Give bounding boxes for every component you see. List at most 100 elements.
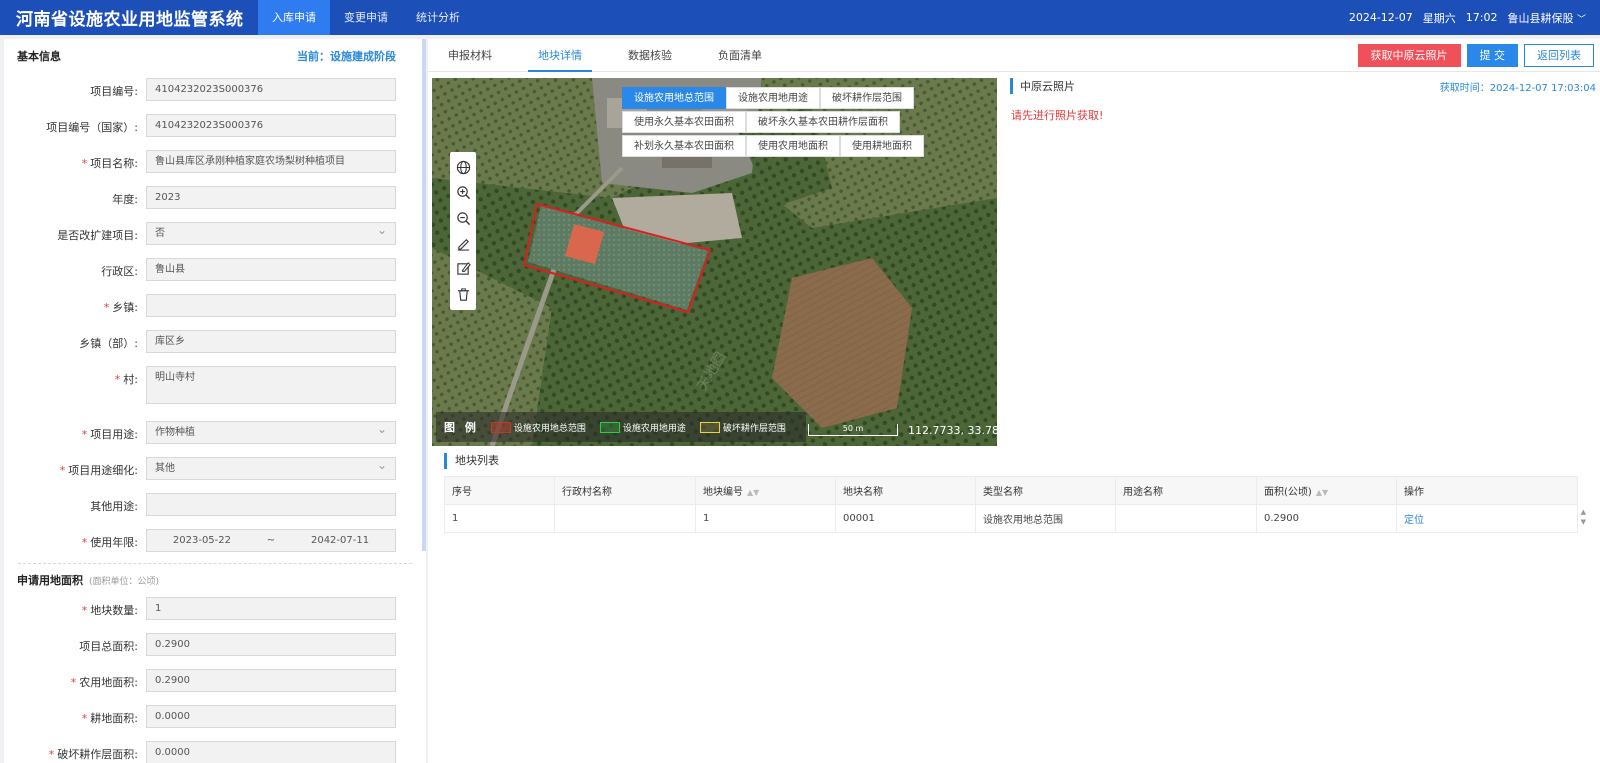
delete-icon[interactable] [454, 285, 472, 303]
area-form: * 地块数量: 1 项目总面积: 0.2900 * 农用地面积: 0.2900 * 耕地面积: 0.… [4, 592, 426, 763]
map-toolbar [450, 152, 476, 310]
tab-item[interactable]: 数据核验 [618, 39, 682, 72]
header-weekday: 星期六 [1422, 11, 1456, 25]
zoom-in-icon[interactable] [454, 184, 472, 202]
field-input[interactable]: 0.0000 [146, 741, 396, 763]
layer-button[interactable]: 使用耕地面积 [840, 135, 924, 157]
field-select[interactable]: 其他 [146, 457, 396, 480]
field-label: 其他用途: [90, 500, 138, 513]
field-input[interactable]: 4104232023S000376 [146, 78, 396, 101]
table-scroll-arrows[interactable]: ▲ ▼ [1581, 507, 1586, 527]
zoom-out-icon[interactable] [454, 209, 472, 227]
cell-type: 设施农用地总范围 [975, 504, 1116, 533]
field-input[interactable]: 4104232023S000376 [146, 114, 396, 137]
form-row: * 耕地面积: 0.0000 [4, 700, 426, 736]
use-period-range[interactable]: 2023-05-22 ~ 2042-07-11 [146, 529, 396, 552]
basic-info-form: 项目编号: 4104232023S000376 项目编号（国家）: 410423202… [4, 73, 426, 524]
form-row: * 项目名称: 鲁山县库区承刚种植家庭农场梨树种植项目 [4, 145, 426, 181]
layer-button-row: 补划永久基本农田面积 使用农用地面积 使用耕地面积 [622, 135, 924, 157]
layer-selector: 设施农用地总范围 设施农用地用途 破坏耕作层范围使用永久基本农田面积 破坏永久基本农田… [622, 87, 924, 159]
col-area[interactable]: 面积(公顷) ▲▼ [1256, 476, 1397, 505]
tab-item[interactable]: 负面清单 [708, 39, 772, 72]
form-row: 其他用途: [4, 488, 426, 524]
nav-change-application[interactable]: 变更申请 [330, 0, 402, 35]
field-input[interactable]: 1 [146, 597, 396, 620]
table-header-row: 序号 行政村名称 地块编号 ▲▼ 地块名称 类型名称 用途名称 面积(公顷) ▲▼ … [444, 476, 1578, 505]
field-label: * 地块数量: [81, 604, 138, 617]
legend-title: 图 例 [444, 421, 479, 434]
required-mark: * [48, 748, 55, 761]
field-input[interactable]: 0.0000 [146, 705, 396, 728]
field-input[interactable] [146, 493, 396, 516]
globe-icon[interactable] [454, 159, 472, 177]
field-select[interactable]: 作物种植 [146, 421, 396, 444]
plot-list-title: 地块列表 [444, 453, 499, 469]
form-row: 年度: 2023 [4, 181, 426, 217]
sort-icon[interactable]: ▲▼ [747, 488, 759, 497]
use-period-end[interactable]: 2042-07-11 [311, 530, 369, 551]
field-input[interactable]: 鲁山县 [146, 258, 396, 281]
col-action: 操作 [1396, 476, 1578, 505]
sort-icon[interactable]: ▲▼ [1316, 488, 1328, 497]
layer-button[interactable]: 设施农用地用途 [726, 87, 820, 109]
field-label: 项目编号: [90, 85, 138, 98]
user-menu[interactable]: 鲁山县耕保股 ﹀ [1507, 10, 1586, 26]
layer-button[interactable]: 破坏耕作层范围 [820, 87, 914, 109]
submit-button[interactable]: 提 交 [1466, 44, 1518, 67]
form-row: * 乡镇: [4, 289, 426, 325]
field-label: * 项目用途: [81, 428, 138, 441]
field-input[interactable]: 库区乡 [146, 330, 396, 353]
layer-button[interactable]: 使用农用地面积 [746, 135, 840, 157]
field-label: * 农用地面积: [70, 676, 138, 689]
layer-button[interactable]: 使用永久基本农田面积 [622, 111, 746, 133]
field-label: * 乡镇: [103, 301, 138, 314]
col-plot-no[interactable]: 地块编号 ▲▼ [695, 476, 836, 505]
legend-item-damaged-layer: 破坏耕作层范围 [699, 421, 786, 434]
field-textarea[interactable]: 明山寺村 [146, 366, 396, 404]
legend-swatch [699, 421, 720, 433]
required-mark: * [103, 301, 110, 314]
field-label: * 村: [114, 373, 138, 386]
tab-item[interactable]: 地块详情 [528, 39, 592, 72]
field-label: * 耕地面积: [81, 712, 138, 725]
user-name: 鲁山县耕保股 [1507, 11, 1574, 25]
nav-inbound-application[interactable]: 入库申请 [258, 0, 330, 35]
layer-button[interactable]: 破坏永久基本农田耕作层面积 [746, 111, 900, 133]
main-nav: 入库申请 变更申请 统计分析 [258, 0, 474, 35]
map-coordinates: 112.7733, 33.7851 [908, 424, 997, 437]
get-cloud-photo-button[interactable]: 获取中原云照片 [1357, 44, 1461, 67]
use-period-start[interactable]: 2023-05-22 [173, 530, 231, 551]
tab-item[interactable]: 申报材料 [438, 39, 502, 72]
required-mark: * [81, 157, 88, 170]
required-mark: * [81, 604, 88, 617]
stage-label: 当前：设施建成阶段 [297, 50, 396, 63]
field-select[interactable]: 否 [146, 222, 396, 245]
detail-tabs: 申报材料 地块详情 数据核验 负面清单 获取中原云照片 提 交 返回列表 [428, 39, 1600, 72]
field-input[interactable]: 0.2900 [146, 633, 396, 656]
field-label: * 破坏耕作层面积: [48, 748, 138, 761]
satellite-map[interactable]: 天地图 设施农用地总范围 设施农用地用途 破坏耕作层范围 使用永久基本农田面积 破坏永久… [432, 78, 997, 446]
field-input[interactable]: 0.2900 [146, 669, 396, 692]
draw-icon[interactable] [454, 235, 472, 253]
field-input[interactable]: 2023 [146, 186, 396, 209]
form-row: 是否改扩建项目: 否 [4, 217, 426, 253]
locate-link[interactable]: 定位 [1404, 515, 1424, 526]
layer-button[interactable]: 设施农用地总范围 [622, 87, 726, 109]
required-mark: * [59, 464, 66, 477]
form-row-use-period: * 使用年限: 2023-05-22 ~ 2042-07-11 [4, 524, 426, 560]
field-input[interactable] [146, 294, 396, 317]
edit-icon[interactable] [454, 260, 472, 278]
form-row: * 破坏耕作层面积: 0.0000 [4, 736, 426, 763]
col-type: 类型名称 [975, 476, 1116, 505]
form-row: * 项目用途细化: 其他 [4, 452, 426, 488]
basic-info-title: 基本信息 [17, 50, 61, 63]
col-village: 行政村名称 [554, 476, 696, 505]
back-to-list-button[interactable]: 返回列表 [1524, 44, 1594, 67]
cell-seq: 1 [444, 504, 555, 533]
field-label: * 项目用途细化: [59, 464, 138, 477]
nav-statistics[interactable]: 统计分析 [402, 0, 474, 35]
layer-button[interactable]: 补划永久基本农田面积 [622, 135, 746, 157]
area-section-header: 申请用地面积 (面积单位：公顷) [4, 564, 426, 592]
field-input[interactable]: 鲁山县库区承刚种植家庭农场梨树种植项目 [146, 150, 396, 173]
cell-plot-name: 00001 [835, 504, 976, 533]
